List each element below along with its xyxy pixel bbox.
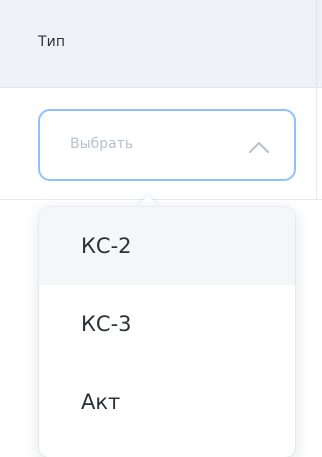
- option-ks-2[interactable]: КС-2: [39, 207, 295, 285]
- option-ks-3[interactable]: КС-3: [39, 285, 295, 363]
- column-divider: [316, 88, 317, 199]
- dropdown-menu: КС-2 КС-3 Акт: [39, 207, 295, 457]
- type-select[interactable]: Выбрать: [38, 109, 296, 181]
- table-header: Тип: [0, 0, 322, 88]
- chevron-up-icon[interactable]: [248, 140, 270, 154]
- column-header-type: Тип: [38, 34, 66, 50]
- select-placeholder: Выбрать: [70, 136, 134, 152]
- column-divider: [316, 0, 317, 87]
- option-act[interactable]: Акт: [39, 363, 295, 441]
